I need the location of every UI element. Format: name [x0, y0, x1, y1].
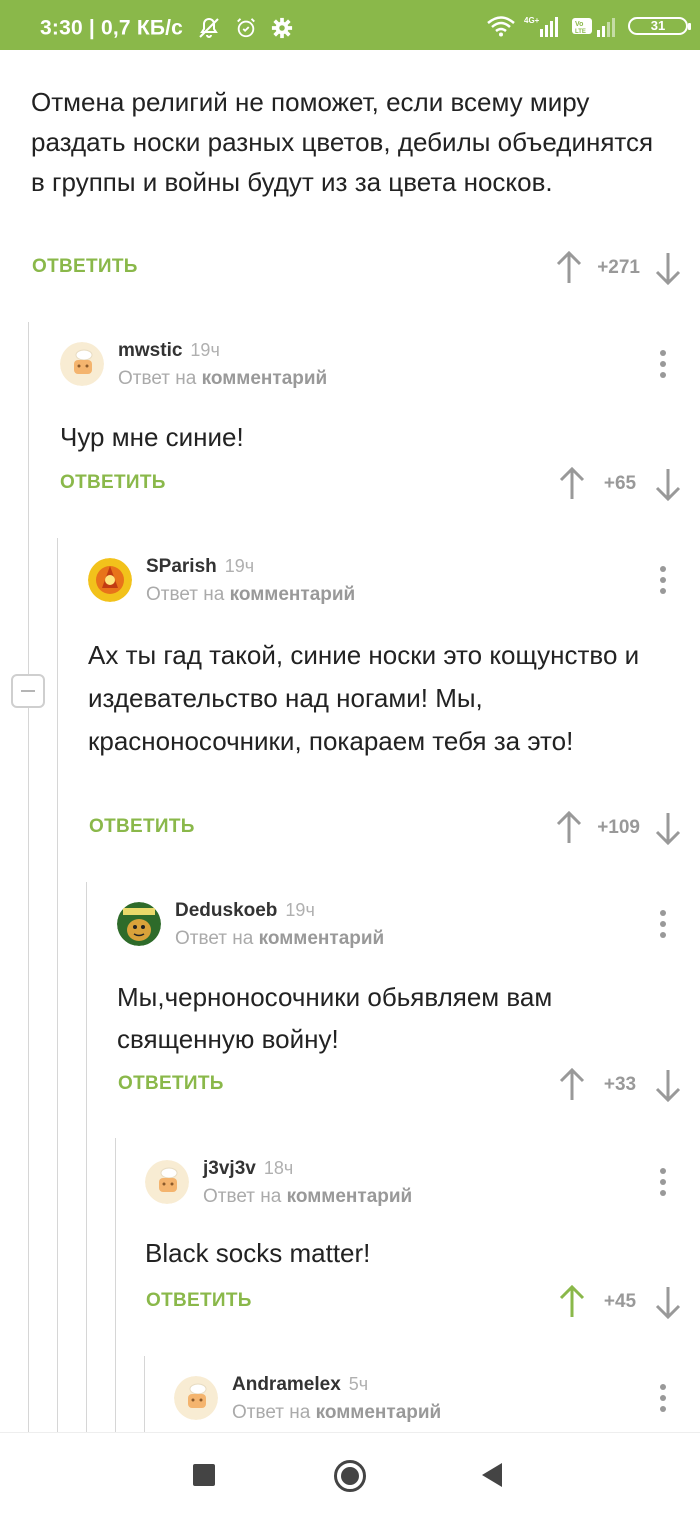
score: +33 — [603, 1074, 637, 1095]
comment-text: Black socks matter! — [145, 1238, 371, 1268]
collapse-thread-button[interactable] — [11, 674, 45, 708]
avatar[interactable] — [174, 1376, 218, 1420]
vote-controls: +271 — [555, 248, 682, 288]
comment-thread: Отмена религий не поможет, если всему ми… — [0, 50, 700, 1432]
svg-text:Vo: Vo — [575, 21, 583, 28]
username[interactable]: j3vj3v 18ч — [203, 1158, 293, 1180]
username[interactable]: SParish 19ч — [146, 556, 254, 578]
vote-controls: +45 — [558, 1282, 682, 1322]
comment-text: Ах ты гад такой, синие носки это кощунст… — [88, 640, 640, 756]
comment-actions: ОТВЕТИТЬ +65 — [60, 464, 682, 504]
reply-to-line: Ответ на комментарий — [175, 928, 385, 949]
username[interactable]: mwstic 19ч — [118, 340, 220, 362]
upvote-arrow-icon[interactable] — [555, 810, 583, 846]
reply-button[interactable]: ОТВЕТИТЬ — [89, 816, 195, 838]
vote-controls: +109 — [555, 808, 682, 848]
alarm-icon — [237, 18, 256, 38]
avatar[interactable] — [117, 902, 161, 946]
network-speed: 0,7 КБ/с — [101, 16, 184, 40]
comment-actions: ОТВЕТИТЬ +33 — [118, 1065, 682, 1105]
reply-button[interactable]: ОТВЕТИТЬ — [146, 1290, 252, 1312]
status-bar: 3:30 | 0,7 КБ/с 4G+ Vo LTE 31 — [0, 0, 700, 50]
downvote-arrow-icon[interactable] — [654, 466, 682, 502]
signal-4g-icon: 4G+ — [524, 16, 558, 37]
comment-text: Мы,черноносочники обьявляем вам священну… — [117, 982, 553, 1054]
thread-line-level-4 — [115, 1138, 116, 1432]
upvote-arrow-icon[interactable] — [558, 466, 586, 502]
more-options-icon[interactable] — [658, 1168, 668, 1202]
score: +45 — [603, 1291, 637, 1312]
svg-text:LTE: LTE — [575, 29, 586, 35]
reply-button[interactable]: ОТВЕТИТЬ — [60, 472, 166, 494]
reply-button[interactable]: ОТВЕТИТЬ — [32, 256, 138, 278]
back-triangle-icon[interactable] — [482, 1463, 504, 1487]
avatar[interactable] — [88, 558, 132, 602]
thread-line-level-5 — [144, 1356, 145, 1432]
upvote-arrow-icon[interactable] — [558, 1067, 586, 1103]
downvote-arrow-icon[interactable] — [654, 1067, 682, 1103]
status-left: 3:30 | 0,7 КБ/с — [40, 16, 293, 40]
reply-to-link[interactable]: комментарий — [287, 1186, 413, 1207]
score: +109 — [597, 817, 640, 838]
recents-square-icon[interactable] — [193, 1464, 215, 1486]
avatar[interactable] — [60, 342, 104, 386]
vote-controls: +33 — [558, 1065, 682, 1105]
home-circle-icon[interactable] — [333, 1459, 367, 1493]
thread-line-level-2 — [57, 538, 58, 1432]
settings-gear-icon — [272, 18, 293, 39]
more-options-icon[interactable] — [658, 1384, 668, 1418]
wifi-icon — [487, 16, 515, 37]
comment-time: 19ч — [285, 900, 315, 920]
comment-actions: ОТВЕТИТЬ +45 — [146, 1282, 682, 1322]
downvote-arrow-icon[interactable] — [654, 250, 682, 286]
avatar[interactable] — [145, 1160, 189, 1204]
status-right: 4G+ Vo LTE 31 — [486, 14, 691, 38]
reply-to-line: Ответ на комментарий — [203, 1186, 413, 1207]
more-options-icon[interactable] — [658, 910, 668, 944]
system-navigation-bar — [0, 1432, 700, 1518]
score: +271 — [597, 257, 640, 278]
clock: 3:30 — [40, 16, 83, 40]
reply-to-line: Ответ на комментарий — [146, 584, 356, 605]
reply-button[interactable]: ОТВЕТИТЬ — [118, 1073, 224, 1095]
root-comment-text: Отмена религий не поможет, если всему ми… — [31, 87, 654, 197]
comment-time: 19ч — [224, 556, 255, 576]
more-options-icon[interactable] — [658, 566, 668, 600]
reply-to-line: Ответ на комментарий — [118, 368, 328, 389]
reply-to-link[interactable]: комментарий — [202, 368, 328, 389]
comment-time: 5ч — [348, 1374, 369, 1394]
upvote-arrow-icon[interactable] — [555, 250, 583, 286]
username[interactable]: Andramelex 5ч — [232, 1374, 368, 1396]
more-options-icon[interactable] — [658, 350, 668, 384]
reply-to-link[interactable]: комментарий — [259, 928, 385, 949]
reply-to-link[interactable]: комментарий — [230, 584, 356, 605]
volte-signal-icon: Vo LTE — [572, 18, 615, 37]
battery-indicator: 31 — [628, 17, 691, 35]
downvote-arrow-icon[interactable] — [654, 1284, 682, 1320]
thread-line-level-3 — [86, 882, 87, 1432]
upvote-arrow-icon-active[interactable] — [558, 1284, 586, 1320]
svg-text:4G+: 4G+ — [524, 16, 540, 25]
reply-to-link[interactable]: комментарий — [316, 1402, 442, 1423]
root-comment-actions: ОТВЕТИТЬ +271 — [32, 248, 682, 288]
score: +65 — [603, 473, 637, 494]
comment-time: 19ч — [190, 340, 220, 360]
reply-to-line: Ответ на комментарий — [232, 1402, 442, 1423]
comment-actions: ОТВЕТИТЬ +109 — [89, 808, 682, 848]
username[interactable]: Deduskoeb 19ч — [175, 900, 315, 922]
notifications-off-icon — [199, 18, 219, 39]
downvote-arrow-icon[interactable] — [654, 810, 682, 846]
comment-text: Чур мне синие! — [60, 422, 244, 452]
thread-line-level-1 — [28, 322, 29, 1432]
vote-controls: +65 — [558, 464, 682, 504]
comment-time: 18ч — [263, 1158, 294, 1178]
